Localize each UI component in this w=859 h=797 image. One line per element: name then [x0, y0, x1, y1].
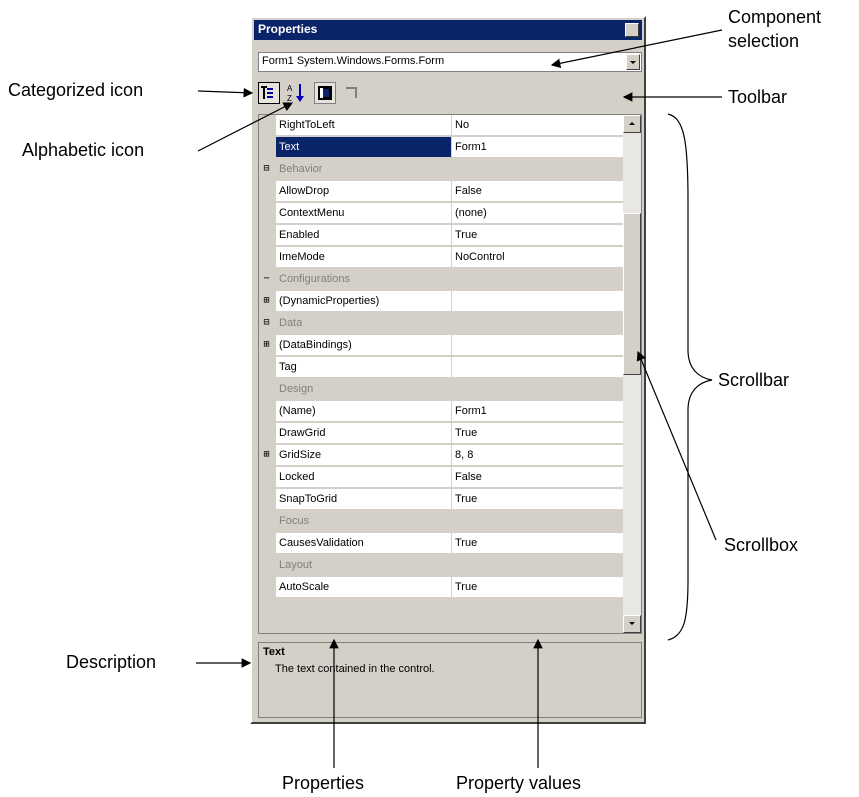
arrow-categorized-icon	[197, 87, 254, 98]
scrollbar-brace	[667, 113, 713, 641]
arrow-scrollbox	[636, 350, 717, 541]
callout-arrows	[196, 29, 723, 768]
arrow-component-selection	[550, 29, 723, 69]
arrow-alphabetic-icon	[197, 102, 294, 152]
